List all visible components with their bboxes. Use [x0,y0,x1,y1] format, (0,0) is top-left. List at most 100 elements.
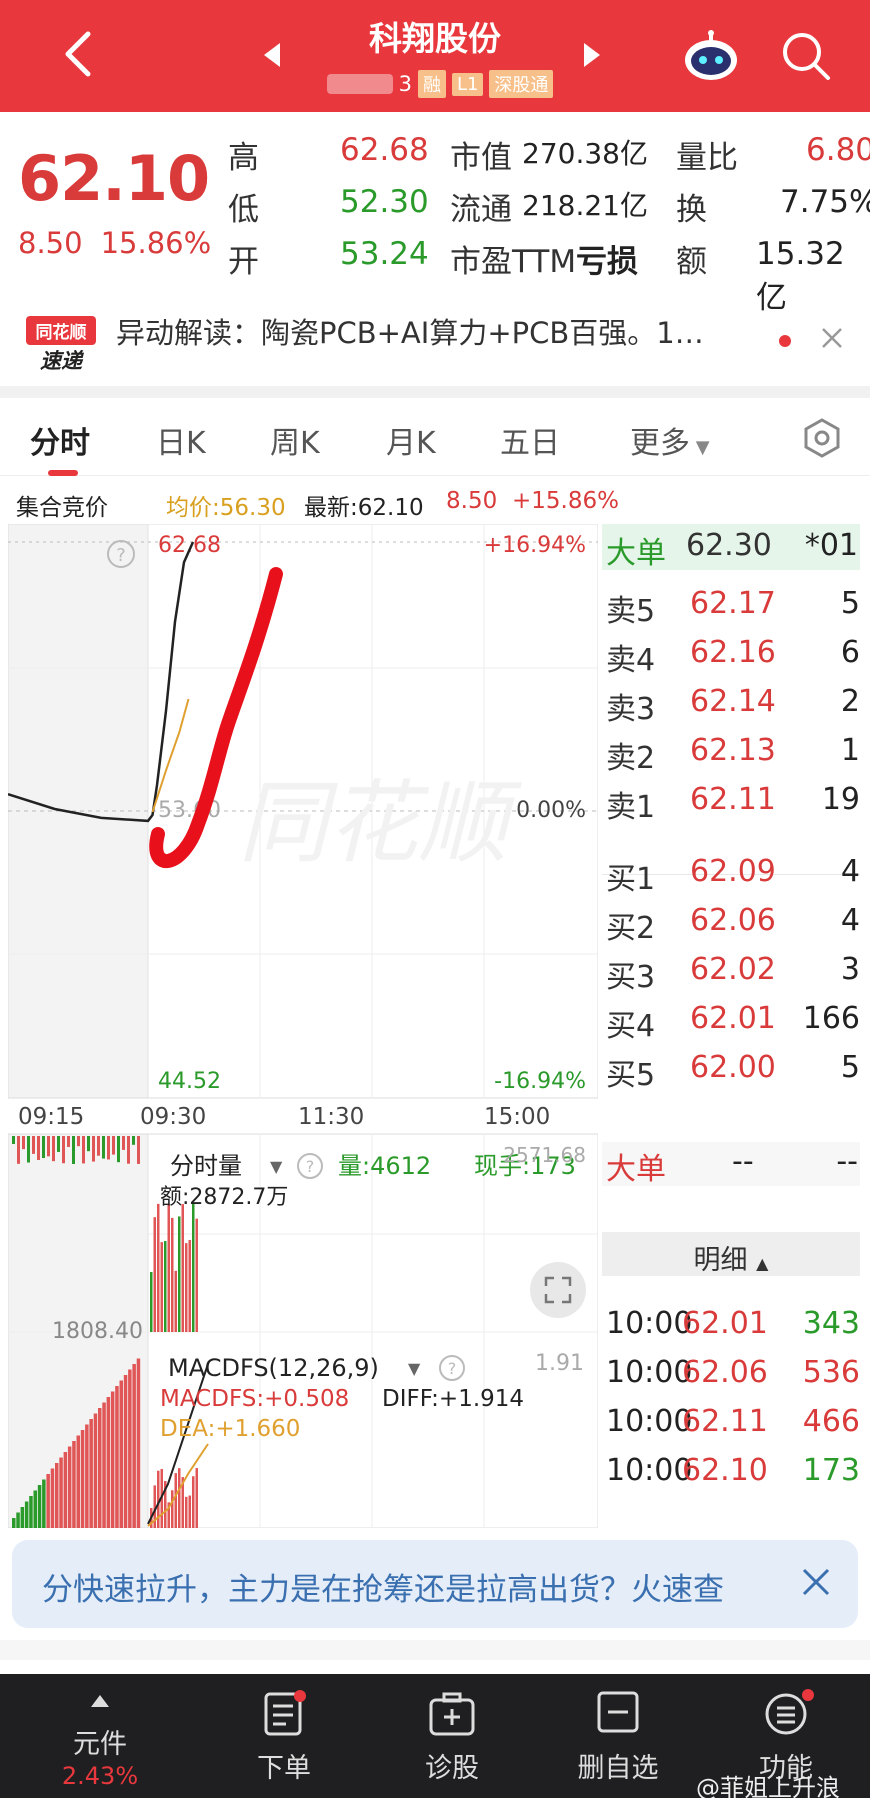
y-low-label: 44.52 [158,1069,221,1094]
big-order-b: -- [836,1144,858,1179]
divider [0,386,870,398]
tab-monthly-k[interactable]: 月K [386,418,436,462]
news-ticker[interactable]: 同花顺 速递 异动解读：陶瓷PCB+AI算力+PCB百强。1… [0,296,870,382]
bid-row[interactable]: 买4 62.01 166 [606,1001,860,1045]
macd-bar [185,1496,188,1528]
tab-more[interactable]: 更多 ▼ [630,418,710,462]
pe-value: 亏损 [576,244,638,280]
macd-bar [46,1474,50,1528]
flash-news-logo: 同花顺 速递 [26,316,96,373]
close-icon[interactable] [820,326,844,350]
big-order-label-2: 大单 [606,1152,666,1187]
top-bar: 科翔股份 3 融 L1 深股通 [0,0,870,112]
volume-bar [192,1203,195,1332]
macd-bar [29,1496,33,1528]
prev-stock-icon[interactable] [262,42,282,68]
macd-value: MACDFS:+0.508 [160,1386,349,1412]
last-price: 62.10 [18,142,210,215]
detail-label: 明细 [693,1245,748,1276]
book-label: 买2 [606,911,656,946]
tick-time: 10:00 [606,1306,693,1341]
auction-volume-bar [42,1136,45,1158]
open-value: 53.24 [340,236,429,272]
settings-icon[interactable] [800,416,844,460]
macd-bar [178,1468,181,1528]
book-price: 62.16 [690,635,776,670]
avg-price: 均价:56.30 [166,495,286,521]
low-value: 52.30 [340,184,429,220]
news-text: 异动解读：陶瓷PCB+AI算力+PCB百强。1… [116,316,704,350]
active-tab-indicator [48,470,78,476]
volume-bar [185,1243,188,1332]
detail-header[interactable]: 明细 ▲ [602,1232,860,1276]
volume-bar [157,1203,160,1332]
order-book: 大单 62.30 *01 卖5 62.17 5 卖4 62.16 6 卖3 62.14 2 卖2 6… [600,524,862,1528]
auction-volume-bar [132,1136,135,1145]
auction-volume-bar [107,1136,110,1160]
auction-volume-bar [32,1136,35,1154]
big-order-row[interactable]: 大单 62.30 *01 [602,524,860,571]
promo-banner[interactable]: 分快速拉升，主力是在抢筹还是拉高出货？火速查 [12,1540,858,1628]
nav-sector[interactable]: 元件 2.43% [40,1674,160,1798]
unread-dot-icon [779,335,791,347]
price-change: 8.50 15.86% [18,226,229,260]
big-order-price: 62.30 [686,528,772,563]
search-icon[interactable] [778,28,834,84]
ask-row[interactable]: 卖5 62.17 5 [606,586,860,630]
bid-row[interactable]: 买5 62.00 5 [606,1050,860,1094]
tab-intraday[interactable]: 分时 [30,418,90,462]
macd-bar [98,1408,102,1528]
macd-bar [72,1441,76,1528]
volume-bar [167,1203,170,1332]
book-label: 卖1 [606,790,656,825]
code-blur [326,74,393,94]
nav-sector-pct: 2.43% [61,1762,139,1790]
macd-bar [123,1375,128,1528]
book-label: 卖2 [606,741,656,776]
macd-bar [93,1413,98,1528]
medical-kit-icon [429,1692,475,1736]
bid-row[interactable]: 买3 62.02 3 [606,952,860,996]
nav-remove-label: 删自选 [577,1753,659,1784]
intraday-chart[interactable]: ? 同花顺 62.68 +16.94% 53.60 0.00% 44.52 -1… [7,523,599,1529]
high-value: 62.68 [340,132,429,168]
back-icon[interactable] [50,24,110,84]
period-tabs: 分时 日K 周K 月K 五日 更多 ▼ [0,400,870,476]
tab-weekly-k[interactable]: 周K [270,418,320,462]
big-order-row-2[interactable]: 大单 -- -- [602,1142,860,1187]
x-tick-label: 09:15 [18,1104,84,1130]
next-stock-icon[interactable] [582,42,602,68]
auction-volume-bar [72,1136,75,1164]
auction-label: 集合竞价 [16,495,108,521]
nav-diagnose[interactable]: 诊股 [392,1674,512,1798]
bid-row[interactable]: 买2 62.06 4 [606,903,860,947]
nav-remove-watchlist[interactable]: 删自选 [558,1674,678,1798]
macd-bar [102,1402,106,1528]
close-banner-icon[interactable] [798,1564,834,1600]
nav-order[interactable]: 下单 [224,1674,344,1798]
book-label: 卖3 [606,692,656,727]
robot-assistant-icon[interactable] [682,30,740,82]
intraday-chart-area[interactable]: ? 同花顺 62.68 +16.94% 53.60 0.00% 44.52 -1… [7,523,599,1529]
volume-bar [164,1241,167,1332]
ask-row[interactable]: 卖2 62.13 1 [606,733,860,777]
macd-bar [50,1468,55,1528]
ask-row[interactable]: 卖1 62.11 19 [606,782,860,826]
ask-row[interactable]: 卖3 62.14 2 [606,684,860,728]
x-tick-label: 15:00 [484,1104,550,1130]
auction-volume-bar [27,1136,30,1163]
volume-bar [178,1216,181,1332]
macd-bar [115,1386,119,1528]
tab-daily-k[interactable]: 日K [156,418,206,462]
fullscreen-button [530,1262,586,1318]
ask-row[interactable]: 卖4 62.16 6 [606,635,860,679]
tick-volume: 173 [802,1453,860,1488]
tick-price: 62.06 [682,1355,768,1390]
bid-row[interactable]: 买1 62.09 4 [606,854,860,898]
book-volume: 19 [821,782,860,817]
menu-circle-icon [765,1689,814,1735]
book-volume: 2 [840,684,860,719]
tab-five-day[interactable]: 五日 [500,418,560,462]
info-change: 8.50 [446,488,498,514]
auction-volume-bar [37,1136,40,1160]
